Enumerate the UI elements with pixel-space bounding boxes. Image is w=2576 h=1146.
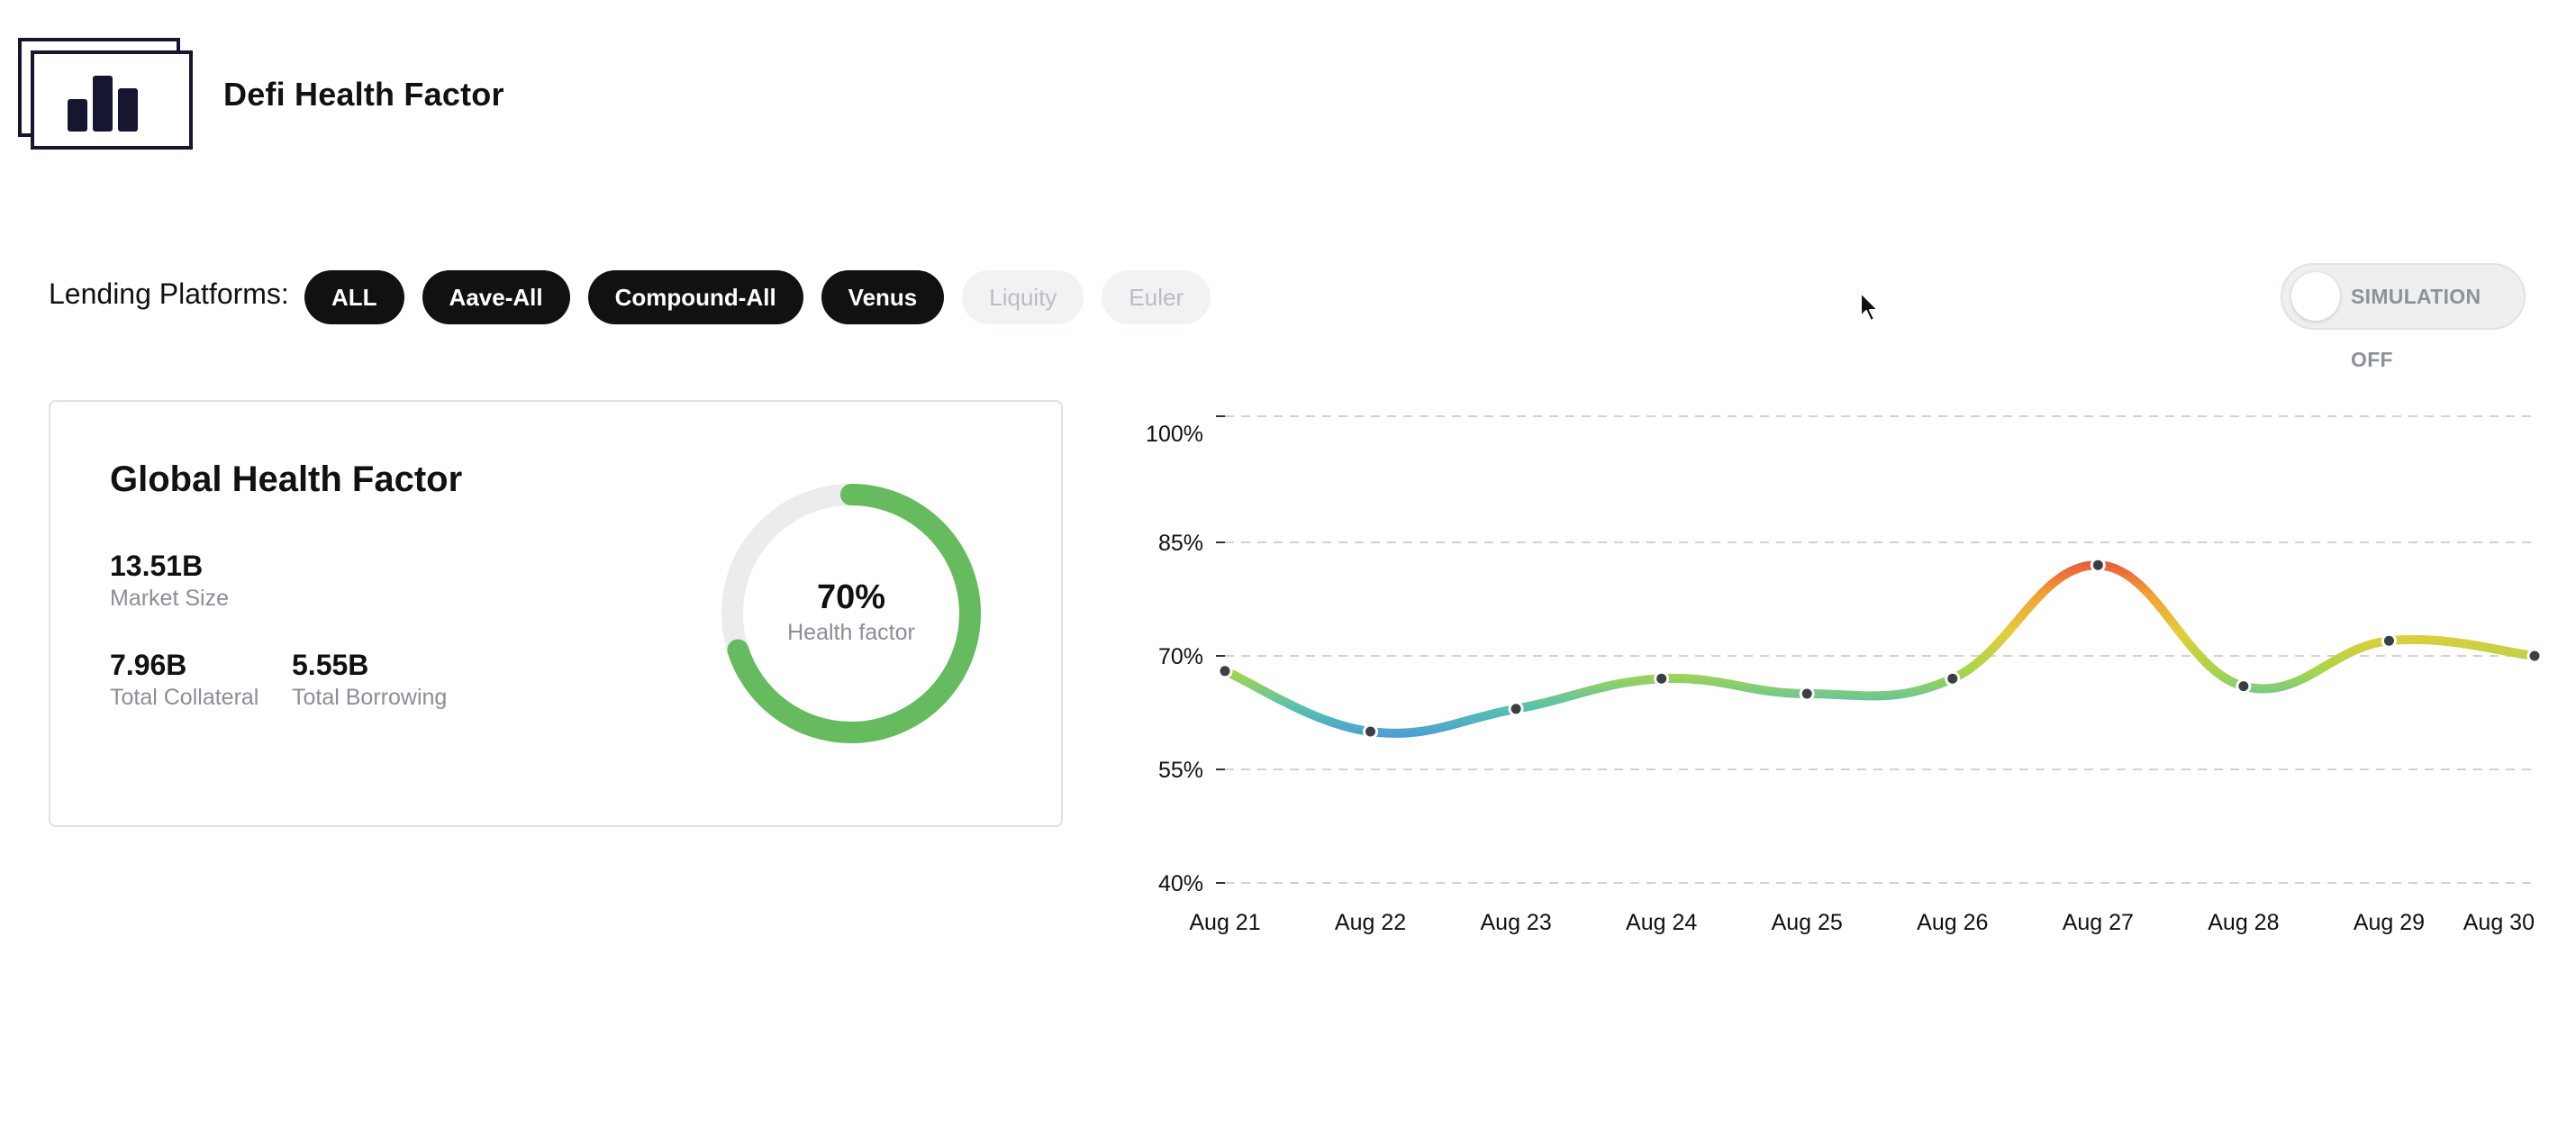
- y-tick-label: 85%: [1158, 531, 1203, 556]
- platform-filter-group: ALL Aave-All Compound-All Venus Liquity …: [304, 270, 1211, 324]
- x-tick-label: Aug 26: [1917, 910, 1988, 935]
- data-point: [1945, 670, 1961, 687]
- x-tick-label: Aug 23: [1480, 910, 1551, 935]
- data-point: [2090, 557, 2106, 573]
- platform-filter-liquity[interactable]: Liquity: [962, 270, 1084, 324]
- chart-points: [1217, 557, 2543, 740]
- platform-filter-aave-all[interactable]: Aave-All: [422, 270, 570, 324]
- platform-filter-compound-all[interactable]: Compound-All: [587, 270, 803, 324]
- y-tick-label: 100%: [1146, 422, 1203, 447]
- x-tick-label: Aug 22: [1335, 910, 1406, 935]
- mouse-pointer-icon: [1860, 292, 1879, 322]
- health-factor-line-chart: 100% 85% 70% 55% 40% Aug 21 Aug 22 Aug 23 Aug 24…: [1146, 415, 2543, 935]
- lending-platforms-label: Lending Platforms:: [49, 277, 289, 310]
- x-tick-label: Aug 25: [1772, 910, 1843, 935]
- total-collateral-label: Total Collateral: [110, 685, 259, 710]
- simulation-toggle-label: SIMULATION OFF: [2351, 285, 2481, 371]
- series-line: [1220, 560, 2539, 738]
- platform-filter-all[interactable]: ALL: [304, 270, 404, 324]
- total-collateral-value: 7.96B: [110, 649, 187, 681]
- total-borrowing-value: 5.55B: [292, 649, 369, 681]
- total-borrowing-label: Total Borrowing: [292, 685, 448, 710]
- x-tick-label: Aug 28: [2208, 910, 2279, 935]
- global-health-factor-card: Global Health Factor 13.51B Market Size …: [49, 400, 1063, 827]
- health-factor-label: Health factor: [787, 620, 915, 645]
- data-point: [1363, 723, 1379, 740]
- bar-chart-logo-icon: [18, 38, 193, 150]
- x-tick-label: Aug 21: [1189, 910, 1260, 935]
- y-tick-label: 40%: [1158, 871, 1203, 896]
- platform-filter-venus[interactable]: Venus: [821, 270, 945, 324]
- x-tick-label: Aug 27: [2063, 910, 2134, 935]
- data-point: [2381, 632, 2397, 649]
- data-point: [1508, 701, 1524, 717]
- y-tick-label: 55%: [1158, 758, 1203, 783]
- simulation-toggle[interactable]: SIMULATION OFF: [2281, 263, 2526, 371]
- card-title: Global Health Factor: [110, 459, 463, 499]
- data-point: [2526, 648, 2543, 664]
- market-size-label: Market Size: [110, 586, 229, 611]
- data-point: [1217, 663, 1233, 679]
- simulation-toggle-knob[interactable]: [2291, 272, 2340, 321]
- chart-grid: [1216, 415, 2535, 884]
- y-tick-label: 70%: [1158, 644, 1203, 669]
- chart-line-layer: [1220, 560, 2539, 738]
- x-tick-label: Aug 29: [2354, 910, 2425, 935]
- data-point: [1654, 670, 1670, 687]
- data-point: [1799, 686, 1815, 702]
- health-factor-value: 70%: [816, 578, 886, 616]
- platform-filter-euler[interactable]: Euler: [1102, 270, 1211, 324]
- app-title: Defi Health Factor: [223, 76, 504, 113]
- market-size-value: 13.51B: [110, 550, 204, 582]
- chart-labels: 100% 85% 70% 55% 40% Aug 21 Aug 22 Aug 23 Aug 24…: [1146, 422, 2535, 935]
- x-tick-label: Aug 24: [1626, 910, 1697, 935]
- data-point: [2236, 678, 2252, 695]
- x-tick-label: Aug 30: [2463, 910, 2535, 935]
